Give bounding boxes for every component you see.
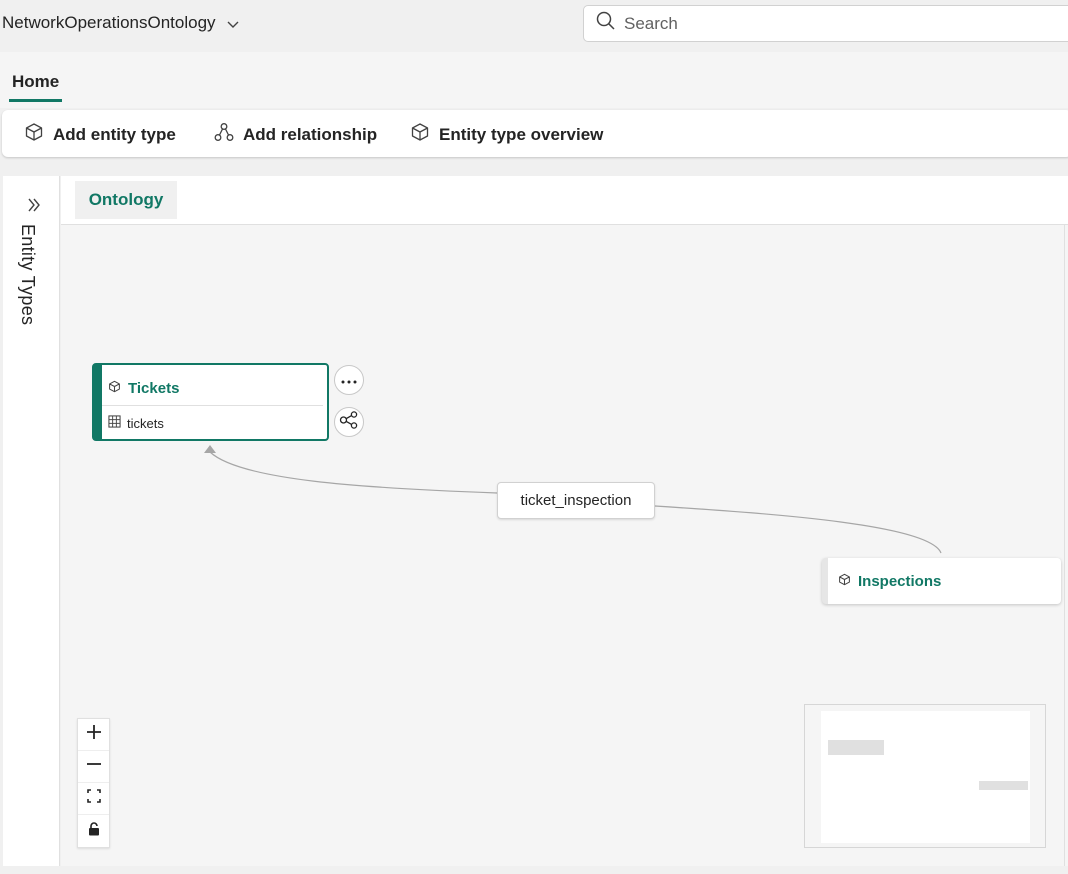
entity-types-label: Entity Types — [18, 224, 38, 326]
fit-view-button[interactable] — [78, 783, 109, 815]
fit-view-icon — [86, 789, 101, 808]
entity-types-panel: Entity Types — [3, 176, 60, 866]
entity-node-inspections[interactable]: Inspections — [822, 558, 1061, 604]
add-entity-type-label: Add entity type — [53, 124, 176, 144]
node-divider — [102, 405, 323, 406]
plus-icon — [86, 724, 102, 745]
table-icon — [108, 415, 121, 431]
search-box[interactable] — [583, 5, 1068, 42]
relationship-label[interactable]: ticket_inspection — [497, 482, 655, 519]
node-data-source: tickets — [108, 415, 164, 431]
minimap-viewport[interactable] — [821, 711, 1030, 843]
node-source-label: tickets — [127, 415, 164, 431]
minimap[interactable] — [804, 704, 1046, 848]
node-more-options-button[interactable] — [334, 365, 364, 395]
node-title: Tickets — [108, 380, 179, 397]
ribbon-tabs: Home — [0, 52, 1068, 108]
toolbar: Add entity type Add relationship Entity … — [2, 110, 1068, 157]
search-input[interactable] — [624, 13, 1024, 34]
minimap-node-tickets — [828, 740, 884, 755]
ontology-title: NetworkOperationsOntology — [2, 13, 216, 32]
zoom-out-button[interactable] — [78, 751, 109, 783]
tab-ontology[interactable]: Ontology — [75, 181, 177, 219]
zoom-in-button[interactable] — [78, 719, 109, 751]
node-title-label: Inspections — [858, 573, 942, 590]
node-title-label: Tickets — [128, 380, 180, 397]
cube-icon — [410, 122, 430, 147]
entity-type-overview-button[interactable]: Entity type overview — [410, 122, 603, 147]
tab-home[interactable]: Home — [9, 72, 63, 102]
share-nodes-icon — [339, 410, 359, 435]
entity-node-tickets[interactable]: Tickets tickets — [92, 363, 329, 441]
add-entity-type-button[interactable]: Add entity type — [24, 122, 176, 147]
ontology-title-dropdown[interactable]: NetworkOperationsOntology — [2, 13, 240, 33]
search-icon — [596, 11, 616, 36]
cube-icon — [838, 573, 851, 590]
minus-icon — [86, 756, 102, 777]
add-relationship-label: Add relationship — [243, 124, 378, 144]
cube-icon — [108, 380, 121, 397]
double-chevron-right-icon[interactable] — [25, 196, 43, 214]
more-icon — [341, 371, 357, 389]
node-title: Inspections — [838, 573, 941, 590]
relationship-icon — [214, 122, 234, 147]
top-bar: NetworkOperationsOntology — [0, 0, 1068, 52]
zoom-controls — [77, 718, 110, 848]
cube-icon — [24, 122, 44, 147]
lock-canvas-button[interactable] — [78, 815, 109, 847]
add-relationship-button[interactable]: Add relationship — [214, 122, 377, 147]
lock-icon — [87, 821, 101, 841]
node-connect-button[interactable] — [334, 407, 364, 437]
canvas-tab-bar: Ontology — [61, 176, 1068, 225]
entity-type-overview-label: Entity type overview — [439, 124, 604, 144]
chevron-down-icon — [226, 16, 240, 30]
minimap-node-inspections — [979, 781, 1028, 790]
